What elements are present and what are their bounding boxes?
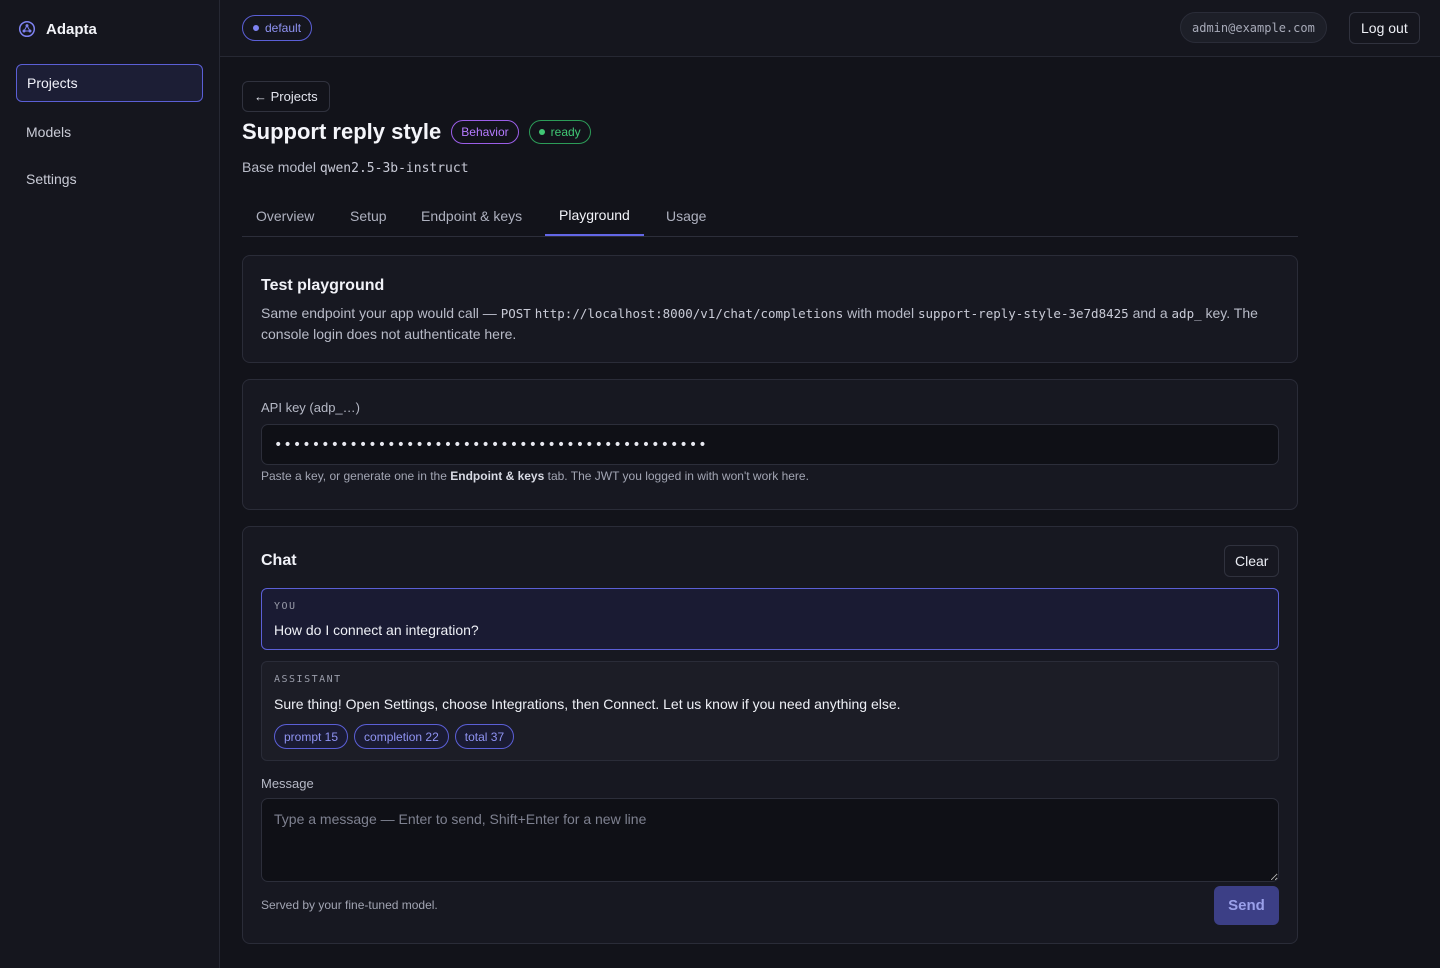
- tab-usage[interactable]: Usage: [652, 196, 720, 236]
- assistant-message: ASSISTANT Sure thing! Open Settings, cho…: [261, 661, 1279, 761]
- tab-setup[interactable]: Setup: [336, 196, 401, 236]
- message-text: How do I connect an integration?: [274, 622, 479, 638]
- message-input[interactable]: [261, 798, 1279, 882]
- chat-title: Chat: [261, 552, 297, 569]
- message-text: Sure thing! Open Settings, choose Integr…: [274, 696, 901, 712]
- tab-playground[interactable]: Playground: [545, 196, 644, 236]
- prompt-tokens-badge: prompt 15: [274, 724, 349, 749]
- user-message: YOU How do I connect an integration?: [261, 588, 1279, 650]
- api-key-hint: Paste a key, or generate one in the Endp…: [261, 469, 809, 483]
- message-role: ASSISTANT: [274, 674, 342, 685]
- user-email: admin@example.com: [1180, 12, 1327, 43]
- total-tokens-badge: total 37: [454, 724, 515, 749]
- logout-button[interactable]: Log out: [1349, 12, 1420, 44]
- tab-overview[interactable]: Overview: [242, 196, 328, 236]
- back-to-projects-button[interactable]: ← Projects: [242, 81, 330, 112]
- hint-suffix: tab. The JWT you logged in with won't wo…: [547, 469, 809, 483]
- project-tabs: Overview Setup Endpoint & keys Playgroun…: [242, 196, 1298, 237]
- base-model-value: qwen2.5-3b-instruct: [319, 161, 469, 176]
- chat-card: Chat Clear YOU How do I connect an integ…: [242, 526, 1298, 944]
- hint-endpoint-link: Endpoint & keys: [450, 469, 545, 483]
- clear-chat-button[interactable]: Clear: [1224, 545, 1280, 577]
- send-button[interactable]: Send: [1214, 886, 1279, 925]
- sidebar-item-settings[interactable]: Settings: [16, 160, 203, 198]
- api-key-card: API key (adp_…) Paste a key, or generate…: [242, 379, 1298, 510]
- logo-icon: [18, 20, 36, 38]
- playground-title: Test playground: [261, 277, 385, 294]
- token-usage: prompt 15 completion 22 total 37: [274, 724, 515, 749]
- topbar: default admin@example.com Log out: [220, 0, 1440, 57]
- sidebar-item-models[interactable]: Models: [16, 113, 203, 151]
- playground-info-card: Test playground Same endpoint your app w…: [242, 255, 1298, 363]
- base-model-label: Base model: [242, 159, 316, 175]
- status-dot-icon: [538, 129, 545, 135]
- sidebar-item-projects[interactable]: Projects: [16, 64, 203, 102]
- message-role: YOU: [274, 601, 297, 612]
- model-id: support-reply-style-3e7d8425: [917, 306, 1129, 321]
- workspace-name: default: [265, 21, 302, 35]
- workspace-badge[interactable]: default: [242, 15, 313, 41]
- sidebar: Adapta Projects Models Settings: [0, 0, 220, 968]
- type-badge: Behavior: [451, 120, 519, 144]
- app-name: Adapta: [46, 20, 97, 38]
- brand[interactable]: Adapta: [18, 20, 97, 38]
- completion-tokens-badge: completion 22: [354, 724, 449, 749]
- page-title: Support reply style: [242, 119, 442, 144]
- tab-endpoint-keys[interactable]: Endpoint & keys: [407, 196, 536, 236]
- desc-and-a: and a: [1132, 305, 1168, 321]
- base-model-line: Base model qwen2.5-3b-instruct: [242, 159, 469, 176]
- hint-prefix: Paste a key, or generate one in the: [261, 469, 447, 483]
- status-badge: ready: [528, 120, 591, 144]
- desc-with-model: with model: [847, 305, 915, 321]
- api-key-label: API key (adp_…): [261, 400, 360, 415]
- http-method: POST: [500, 306, 531, 321]
- api-key-input[interactable]: [261, 424, 1279, 465]
- desc-prefix: Same endpoint your app would call —: [261, 305, 497, 321]
- playground-description: Same endpoint your app would call — POST…: [261, 303, 1271, 345]
- key-prefix: adp_: [1171, 306, 1202, 321]
- title-row: Support reply style Behavior ready: [242, 119, 591, 145]
- message-label: Message: [261, 776, 314, 791]
- served-by-note: Served by your fine-tuned model.: [261, 898, 438, 912]
- status-label: ready: [550, 125, 581, 139]
- workspace-dot-icon: [253, 25, 259, 31]
- endpoint-url: http://localhost:8000/v1/chat/completion…: [534, 306, 844, 321]
